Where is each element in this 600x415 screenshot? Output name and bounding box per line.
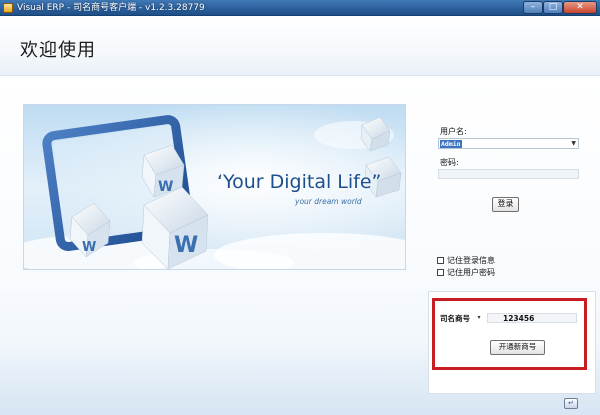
username-label: 用户名: <box>440 127 467 136</box>
app-icon <box>3 3 13 13</box>
open-new-merchant-button[interactable]: 开通新商号 <box>490 340 545 355</box>
exit-button[interactable]: ↵ <box>564 398 578 409</box>
username-value: Admin <box>440 140 462 148</box>
banner-headline: ‘Your Digital Life” <box>217 171 382 193</box>
password-input[interactable] <box>438 169 579 179</box>
cube-letter-1: W <box>158 179 173 195</box>
password-label: 密码: <box>440 158 459 167</box>
close-button[interactable]: ✕ <box>563 1 597 14</box>
remember-login-checkbox[interactable]: 记住登录信息 <box>437 256 527 266</box>
close-icon: ✕ <box>576 2 584 12</box>
chevron-down-icon[interactable]: ▼ <box>571 139 576 149</box>
banner-tagline: your dream world <box>295 197 362 206</box>
checkbox-box[interactable] <box>437 269 444 276</box>
remember-password-label: 记住用户密码 <box>447 268 495 277</box>
merchant-label: 司名商号 <box>440 314 470 323</box>
exit-icon: ↵ <box>568 399 574 407</box>
maximize-button[interactable]: □ <box>543 1 563 14</box>
merchant-number-value: 123456 <box>503 314 535 323</box>
remember-login-label: 记住登录信息 <box>447 256 495 265</box>
window-title: Visual ERP - 司名商号客户端 - v1.2.3.28779 <box>17 3 205 13</box>
cube-letter-3: W <box>174 233 198 258</box>
minimize-icon: – <box>530 2 536 12</box>
username-select[interactable]: Admin ▼ <box>438 138 579 149</box>
cube-letter-2: W <box>82 240 96 255</box>
welcome-banner: W W W ‘Your Digital Life” your dream wor… <box>23 104 406 270</box>
login-button[interactable]: 登录 <box>492 197 519 212</box>
maximize-icon: □ <box>548 2 558 12</box>
merchant-dropdown-icon[interactable]: ▾ <box>474 313 484 323</box>
header-band: 欢迎使用 <box>0 16 600 76</box>
page-title: 欢迎使用 <box>20 40 96 61</box>
remember-password-checkbox[interactable]: 记住用户密码 <box>437 268 527 278</box>
minimize-button[interactable]: – <box>523 1 543 14</box>
merchant-number-input[interactable]: 123456 <box>487 313 577 323</box>
highlight-frame <box>432 298 587 370</box>
checkbox-box[interactable] <box>437 257 444 264</box>
title-bar: Visual ERP - 司名商号客户端 - v1.2.3.28779 – □ … <box>0 0 600 16</box>
